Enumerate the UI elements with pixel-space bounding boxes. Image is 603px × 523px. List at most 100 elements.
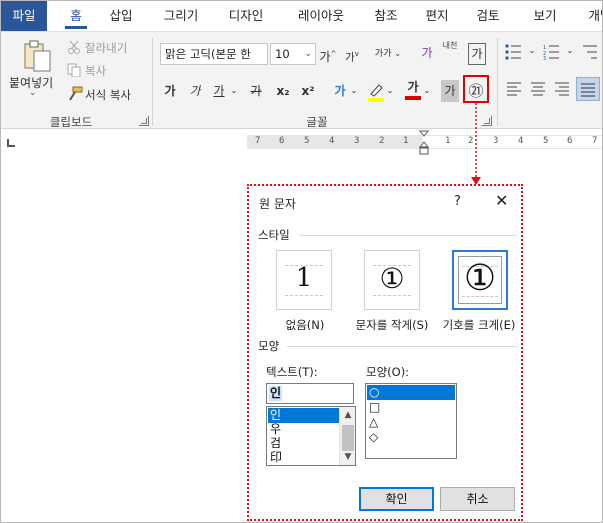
shape-section-label: 모양 — [258, 339, 280, 353]
list-item[interactable]: 검 — [268, 436, 339, 451]
font-color-button[interactable]: 가 — [404, 76, 422, 98]
underline-button[interactable]: 가 — [211, 80, 227, 102]
font-size-combo[interactable]: 10 ⌄ — [270, 43, 316, 65]
ruler-number: 7 — [255, 136, 261, 146]
style-glyph: ① — [463, 258, 497, 299]
list-item[interactable]: □ — [367, 400, 455, 415]
tab-draw[interactable]: 그리기 — [158, 1, 204, 31]
ok-button[interactable]: 확인 — [359, 487, 434, 511]
highlight-pen-icon[interactable] — [367, 82, 385, 102]
shape-field-label: 모양(O): — [366, 365, 410, 379]
text-listbox[interactable]: 인 우 검 印 ▲ ▼ — [266, 406, 356, 466]
highlight-dropdown-icon[interactable]: ⌄ — [385, 80, 395, 102]
tab-layout[interactable]: 레이아웃 — [291, 1, 351, 31]
style-glyph: 1 — [295, 263, 313, 293]
highlight-callout-box — [463, 75, 489, 103]
tab-file[interactable]: 파일 — [1, 1, 47, 31]
tab-insert[interactable]: 삽입 — [105, 1, 137, 31]
align-right-icon[interactable] — [555, 82, 571, 96]
guide-line — [373, 295, 411, 296]
ruler-number: 1 — [403, 136, 409, 146]
tab-view[interactable]: 보기 — [529, 1, 561, 31]
style-option-enlarge-symbol[interactable]: ① — [452, 250, 508, 310]
justify-icon — [581, 83, 595, 97]
ruler-number: 2 — [379, 136, 385, 146]
text-input[interactable]: 인 — [266, 383, 354, 404]
copy-button[interactable]: 복사 — [85, 63, 106, 79]
list-item[interactable]: 우 — [268, 422, 339, 437]
effects-dropdown-icon[interactable]: ⌄ — [349, 80, 359, 102]
character-border-button[interactable]: 가 — [468, 43, 486, 65]
bullets-icon[interactable] — [505, 44, 527, 60]
group-divider — [497, 38, 498, 126]
font-name-value: 맑은 고딕(본문 한 — [165, 47, 251, 61]
ruler-number: 3 — [493, 136, 499, 146]
indent-marker-icon[interactable] — [419, 130, 429, 156]
list-item[interactable]: ◇ — [367, 430, 455, 445]
change-case-button[interactable]: 가가 ⌄ — [373, 43, 403, 65]
numbering-icon[interactable]: 1 2 3 — [543, 44, 565, 60]
text-input-value: 인 — [269, 386, 283, 401]
style-name-none: 없음(N) — [285, 318, 325, 332]
cancel-button[interactable]: 취소 — [440, 487, 515, 511]
shrink-font-button[interactable]: 가v — [343, 43, 361, 65]
tab-home[interactable]: 홈 — [63, 1, 89, 31]
close-button[interactable]: ✕ — [495, 191, 508, 210]
word-window: 파일 홈 삽입 그리기 디자인 레이아웃 참조 편지 검토 보기 개발 붙여넣기… — [0, 0, 603, 523]
font-name-combo[interactable]: 맑은 고딕(본문 한 — [160, 43, 268, 65]
style-section-label: 스타일 — [258, 228, 290, 242]
list-item[interactable]: 印 — [268, 450, 339, 465]
tab-mailings[interactable]: 편지 — [421, 1, 453, 31]
shape-listbox[interactable]: ○ □ △ ◇ — [365, 383, 457, 459]
align-left-icon[interactable] — [507, 82, 523, 96]
horizontal-ruler[interactable]: 7 6 5 4 3 2 1 1 2 3 4 5 6 7 — [247, 130, 602, 155]
font-color-dropdown-icon[interactable]: ⌄ — [422, 80, 432, 102]
clear-formatting-button[interactable]: 가 — [419, 42, 435, 64]
tab-developer[interactable]: 개발 — [584, 1, 602, 31]
character-shading-button[interactable]: 가 — [441, 80, 459, 102]
underline-dropdown-icon[interactable]: ⌄ — [229, 80, 239, 102]
clipboard-launcher-icon[interactable] — [139, 116, 149, 126]
chevron-up-icon[interactable]: ▲ — [340, 407, 355, 423]
numbering-dropdown-icon[interactable]: ⌄ — [565, 40, 575, 62]
italic-button[interactable]: 가 — [187, 80, 203, 102]
copy-icon — [67, 63, 81, 77]
format-painter-button[interactable]: 서식 복사 — [85, 87, 131, 103]
tab-review[interactable]: 검토 — [472, 1, 504, 31]
style-option-shrink-text[interactable]: ① — [364, 250, 420, 310]
multilevel-list-icon[interactable] — [581, 44, 603, 60]
phonetic-guide-button[interactable]: 내천 — [441, 41, 459, 63]
ruler-number: 3 — [354, 136, 360, 146]
help-button[interactable]: ? — [454, 194, 461, 209]
enclose-characters-dialog: 원 문자 ? ✕ 스타일 1 ① ① 없음(N) 문자를 작게(S) 기호를 크… — [247, 184, 523, 521]
tab-references[interactable]: 참조 — [370, 1, 402, 31]
font-color-swatch — [405, 96, 421, 100]
font-launcher-icon[interactable] — [482, 116, 492, 126]
section-divider — [287, 346, 517, 347]
bold-button[interactable]: 가 — [162, 80, 178, 102]
grow-font-button[interactable]: 가^ — [319, 43, 337, 65]
subscript-button[interactable]: x₂ — [274, 80, 292, 102]
paste-dropdown-icon[interactable]: ⌄ — [29, 88, 37, 98]
cut-button[interactable]: 잘라내기 — [85, 40, 127, 56]
chevron-down-icon[interactable]: ▼ — [340, 449, 355, 465]
scroll-thumb[interactable] — [342, 425, 354, 451]
superscript-button[interactable]: x² — [299, 80, 317, 102]
justify-button[interactable] — [576, 77, 600, 101]
bullets-dropdown-icon[interactable]: ⌄ — [527, 40, 537, 62]
list-item[interactable]: ○ — [367, 385, 455, 400]
tab-stop-selector[interactable] — [7, 139, 15, 147]
guide-line — [285, 295, 323, 296]
strikethrough-button[interactable]: 가 — [247, 80, 265, 102]
ruler-number: 1 — [445, 136, 451, 146]
tab-design[interactable]: 디자인 — [223, 1, 269, 31]
ruler-number: 4 — [518, 136, 524, 146]
text-list-scrollbar[interactable]: ▲ ▼ — [339, 407, 355, 465]
align-center-icon[interactable] — [531, 82, 547, 96]
text-effects-button[interactable]: 가 — [331, 80, 349, 102]
list-item[interactable]: 인 — [268, 408, 339, 423]
svg-text:3: 3 — [543, 56, 546, 60]
list-item[interactable]: △ — [367, 415, 455, 430]
style-option-none[interactable]: 1 — [276, 250, 332, 310]
ruler-number: 4 — [329, 136, 335, 146]
